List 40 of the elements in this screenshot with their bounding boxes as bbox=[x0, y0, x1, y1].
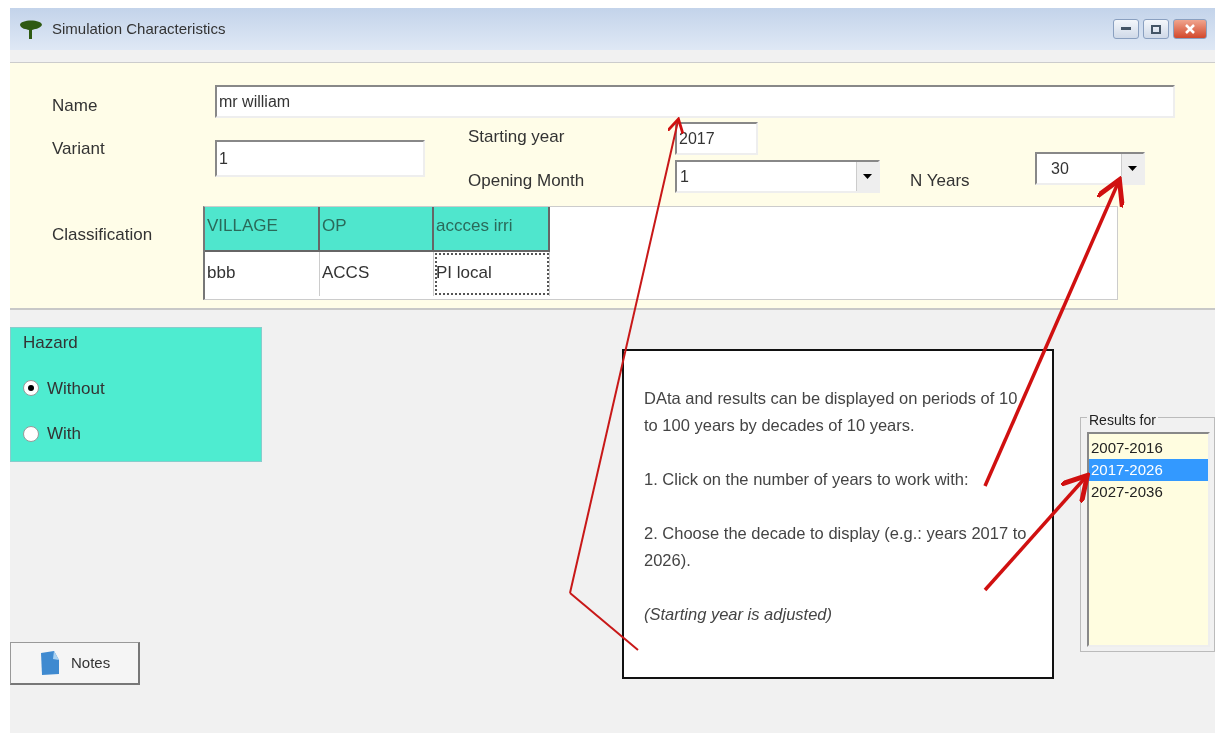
list-item[interactable]: 2027-2036 bbox=[1089, 481, 1208, 503]
starting-year-field[interactable]: 2017 bbox=[675, 121, 758, 155]
table-cell[interactable]: PI local bbox=[434, 252, 550, 296]
column-header[interactable]: accces irri bbox=[434, 207, 550, 252]
field-label: Classification bbox=[52, 224, 154, 246]
field-label: Starting year bbox=[468, 125, 566, 148]
field-label: Variant bbox=[52, 137, 106, 160]
field-label: Name bbox=[52, 95, 99, 117]
field-label: Opening Month bbox=[468, 169, 586, 192]
radio-label[interactable]: With bbox=[47, 421, 81, 447]
notepad-icon bbox=[39, 650, 61, 676]
opening-month-dropdown[interactable]: 1 bbox=[675, 159, 880, 193]
callout-paragraph: DAta and results can be displayed on periods of 10 to 100 years by decades of 10 years. bbox=[644, 388, 1019, 436]
maximize-icon bbox=[1151, 24, 1161, 34]
maximize-button[interactable] bbox=[1143, 19, 1169, 39]
dropdown-arrow-icon bbox=[863, 173, 872, 179]
n-years-dropdown[interactable]: 30 bbox=[1035, 151, 1145, 185]
column-header[interactable]: VILLAGE bbox=[205, 207, 320, 252]
group-title: Hazard bbox=[23, 332, 79, 354]
variant-field[interactable]: 1 bbox=[215, 139, 425, 177]
radio-button[interactable] bbox=[23, 425, 39, 442]
table-cell[interactable]: bbb bbox=[205, 252, 320, 296]
callout-paragraph: 2. Choose the decade to display (e.g.: years 2017 to 2026). bbox=[644, 523, 1028, 571]
leader-line bbox=[569, 592, 639, 651]
field-label: N Years bbox=[910, 169, 971, 192]
notes-button[interactable]: Notes bbox=[10, 642, 140, 685]
column-header[interactable]: OP bbox=[320, 207, 434, 252]
list-item[interactable]: 2007-2016 bbox=[1089, 437, 1208, 459]
minimize-button[interactable] bbox=[1113, 19, 1139, 39]
minimize-icon bbox=[1121, 27, 1131, 31]
callout-paragraph: 1. Click on the number of years to work with: bbox=[644, 469, 970, 490]
table-cell[interactable]: ACCS bbox=[320, 252, 434, 296]
close-icon bbox=[1185, 24, 1195, 34]
radio-button[interactable] bbox=[23, 380, 39, 397]
radio-label[interactable]: Without bbox=[47, 375, 105, 401]
window-title: Simulation Characteristics bbox=[52, 18, 226, 39]
name-field[interactable]: mr william bbox=[215, 85, 1175, 118]
dropdown-arrow-icon bbox=[1128, 165, 1137, 171]
callout-note: (Starting year is adjusted) bbox=[644, 604, 833, 625]
close-button[interactable] bbox=[1173, 19, 1207, 39]
